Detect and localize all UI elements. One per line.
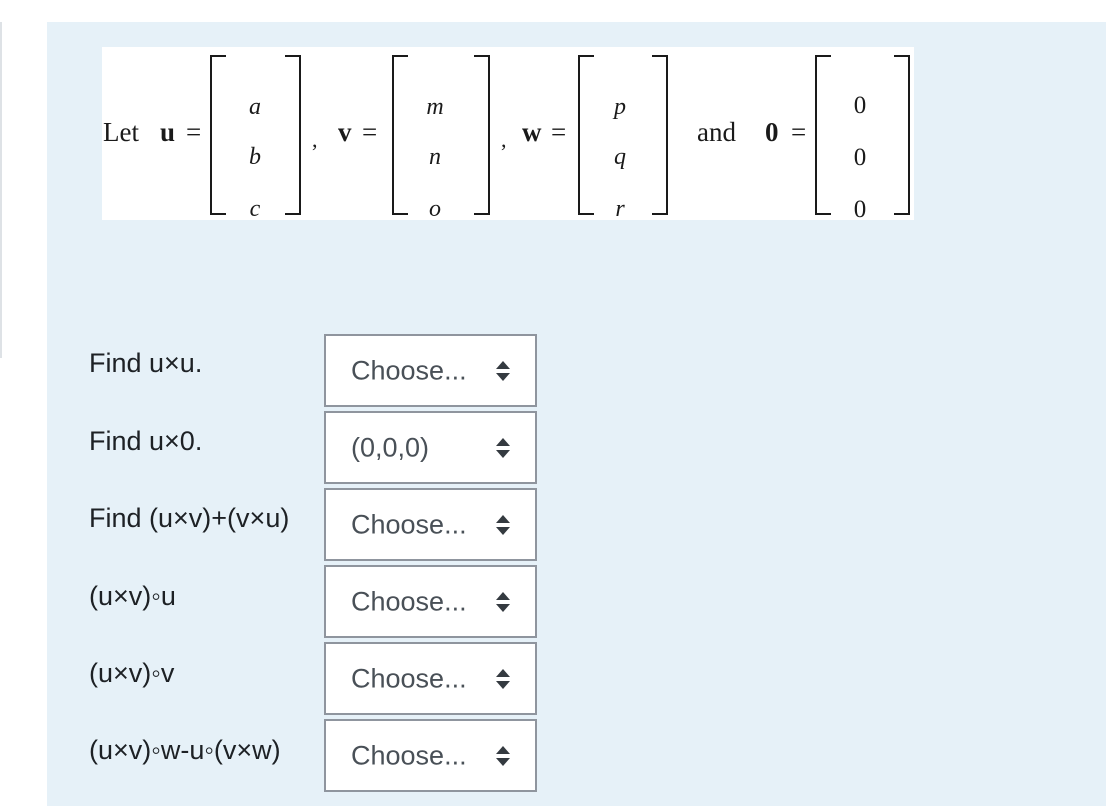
answer-select-2[interactable]: (0,0,0) [324, 411, 537, 484]
equals-sign: = [551, 117, 567, 147]
answer-select-1[interactable]: Choose... [324, 334, 537, 407]
equals-sign: = [186, 117, 202, 147]
select-arrows-icon [496, 360, 510, 381]
comma: , [312, 127, 318, 152]
w-entry-3: r [615, 196, 625, 222]
select-arrows-icon [496, 668, 510, 689]
question-label-3: Find (u×v)+(v×u) [89, 503, 290, 533]
zero-left-bracket [815, 55, 831, 215]
let-text: Let [103, 117, 139, 147]
u-entry-3: c [249, 196, 261, 222]
v-left-bracket [392, 55, 408, 215]
select-arrows-icon [496, 514, 510, 535]
question-label-1: Find u×u. [89, 348, 203, 378]
w-left-bracket [578, 55, 594, 215]
u-right-bracket [285, 55, 301, 215]
equals-sign: = [362, 117, 378, 147]
vector-definitions-image: Let u = a b c , v = m n o , w = p q r an… [102, 47, 914, 223]
v-entry-2: n [429, 144, 441, 170]
u-left-bracket [210, 55, 226, 215]
zero-entry-1: 0 [853, 92, 867, 119]
equals-sign: = [791, 117, 807, 147]
v-entry-3: o [429, 196, 441, 222]
answer-select-5[interactable]: Choose... [324, 642, 537, 715]
w-right-bracket [652, 55, 668, 215]
question-label-2: Find u×0. [89, 426, 203, 456]
question-label-6: (u×v)◦w-u◦(v×w) [89, 735, 281, 765]
select-value: Choose... [351, 663, 467, 693]
answer-select-3[interactable]: Choose... [324, 488, 537, 561]
select-value: (0,0,0) [351, 432, 430, 462]
v-entry-1: m [426, 94, 444, 120]
left-divider [0, 22, 2, 358]
comma: , [501, 127, 507, 152]
select-value: Choose... [351, 509, 467, 539]
select-value: Choose... [351, 586, 467, 616]
zero-entry-3: 0 [853, 196, 867, 223]
answer-select-6[interactable]: Choose... [324, 719, 537, 792]
question-label-5: (u×v)◦v [89, 658, 175, 688]
u-entry-2: b [249, 144, 261, 170]
zero-right-bracket [894, 55, 910, 215]
u-entry-1: a [249, 94, 261, 120]
w-symbol: w [522, 117, 542, 147]
select-arrows-icon [496, 745, 510, 766]
answer-select-4[interactable]: Choose... [324, 565, 537, 638]
zero-entry-2: 0 [853, 144, 867, 171]
u-symbol: u [160, 117, 176, 147]
v-right-bracket [474, 55, 490, 215]
select-value: Choose... [351, 740, 467, 770]
zero-symbol: 0 [765, 117, 779, 147]
select-arrows-icon [496, 437, 510, 458]
and-text: and [697, 117, 736, 147]
v-symbol: v [338, 117, 352, 147]
question-label-4: (u×v)◦u [89, 581, 176, 611]
question-panel: Let u = a b c , v = m n o , w = p q r an… [47, 22, 1106, 806]
w-entry-2: q [614, 144, 626, 170]
select-value: Choose... [351, 355, 467, 385]
w-entry-1: p [614, 94, 626, 120]
select-arrows-icon [496, 591, 510, 612]
